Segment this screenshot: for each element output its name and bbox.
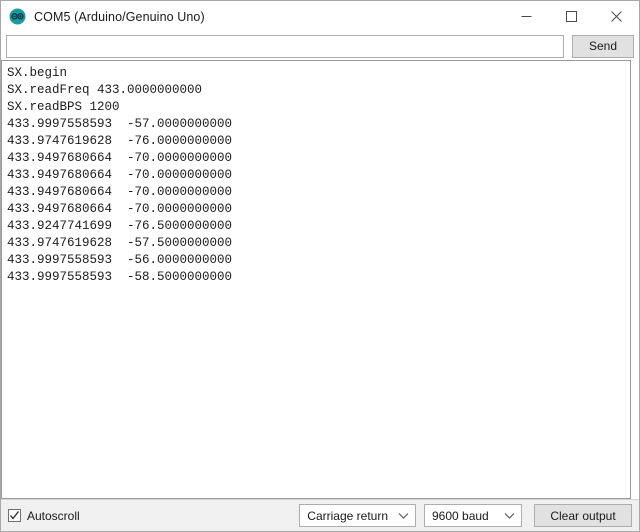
serial-send-input[interactable] [6, 34, 564, 58]
line-ending-select[interactable]: Carriage return [299, 504, 416, 527]
serial-monitor-window: COM5 (Arduino/Genuino Uno) Send SX.begin… [0, 0, 640, 532]
send-row: Send [1, 32, 639, 60]
autoscroll-toggle[interactable]: Autoscroll [8, 509, 80, 523]
line-ending-value: Carriage return [307, 508, 388, 523]
clear-output-button[interactable]: Clear output [534, 504, 632, 527]
autoscroll-checkbox[interactable] [8, 509, 21, 522]
baud-rate-select[interactable]: 9600 baud [424, 504, 522, 527]
maximize-button[interactable] [549, 1, 594, 32]
checkmark-icon [10, 511, 20, 520]
window-title: COM5 (Arduino/Genuino Uno) [34, 9, 205, 24]
window-controls [504, 1, 639, 32]
status-bar: Autoscroll Carriage return 9600 baud Cle… [1, 499, 639, 531]
send-button[interactable]: Send [572, 34, 634, 58]
baud-rate-value: 9600 baud [432, 508, 489, 523]
chevron-down-icon [398, 509, 409, 523]
serial-output-panel[interactable]: SX.begin SX.readFreq 433.0000000000 SX.r… [1, 60, 631, 499]
autoscroll-label: Autoscroll [27, 508, 80, 523]
title-bar: COM5 (Arduino/Genuino Uno) [1, 1, 639, 32]
serial-output-text: SX.begin SX.readFreq 433.0000000000 SX.r… [7, 66, 233, 284]
chevron-down-icon [504, 509, 515, 523]
arduino-logo-icon [9, 8, 26, 25]
minimize-button[interactable] [504, 1, 549, 32]
close-button[interactable] [594, 1, 639, 32]
